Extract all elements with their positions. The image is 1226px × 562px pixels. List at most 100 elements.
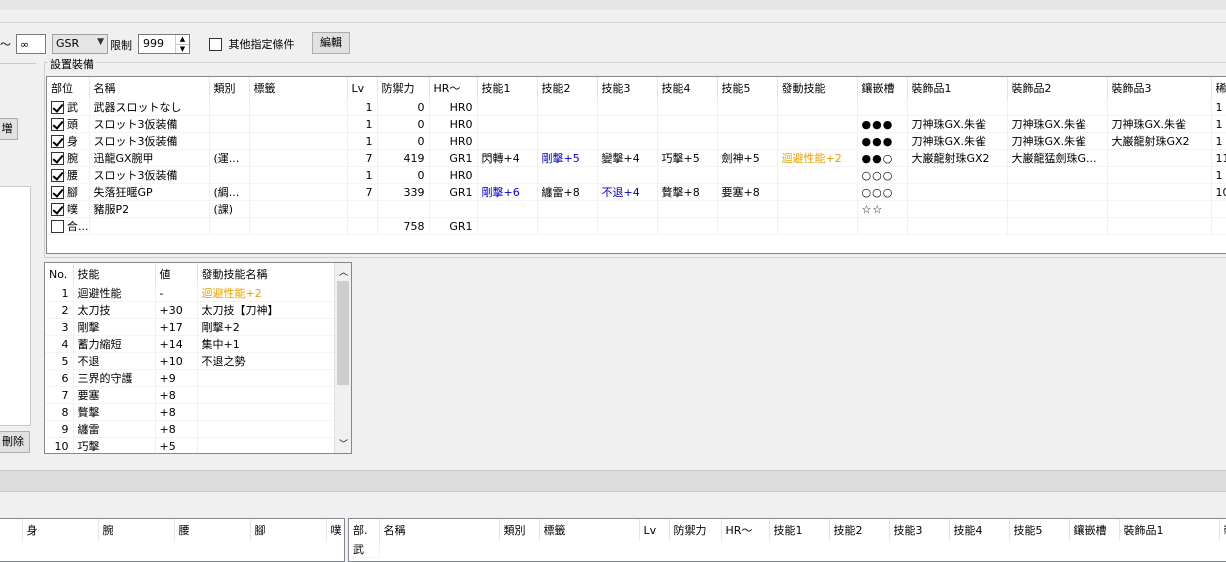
bottom-left-header-cell[interactable]: 腳 — [250, 519, 327, 541]
equipment-cell-type[interactable] — [209, 115, 250, 133]
chevron-up-icon[interactable]: ︿ — [339, 265, 348, 278]
equipment-cell-part[interactable]: 合... — [47, 217, 90, 235]
equipment-cell-type[interactable]: (綢... — [209, 183, 250, 201]
stepper-down-icon[interactable]: ▼ — [175, 44, 189, 53]
equipment-cell-rare[interactable]: 10 — [1211, 183, 1226, 201]
equipment-cell-lv[interactable]: 7 — [347, 183, 378, 201]
equipment-cell-lv[interactable] — [347, 217, 378, 235]
equipment-header-cell[interactable]: 裝飾品1 — [907, 77, 1008, 99]
skills-header-cell[interactable]: 技能 — [73, 263, 156, 285]
bottom-right-header-cell[interactable]: 名稱 — [379, 519, 500, 541]
equipment-header-cell[interactable]: 技能4 — [657, 77, 718, 99]
bottom-right-header-cell[interactable]: Lv — [639, 519, 670, 541]
bottom-right-first-cell[interactable]: 武 — [349, 541, 380, 558]
bottom-right-grid[interactable]: 部.名稱類別標籤Lv防禦力HR～技能1技能2技能3技能4技能5鑲嵌槽裝飾品1裝 … — [348, 518, 1226, 562]
bottom-right-header-cell[interactable]: 標籤 — [539, 519, 640, 541]
delete-button[interactable]: 刪除 — [0, 431, 30, 453]
equipment-header-cell[interactable]: 技能3 — [597, 77, 658, 99]
equipment-cell-hr[interactable] — [429, 200, 478, 218]
equipment-header-cell[interactable]: 防禦力 — [377, 77, 430, 99]
equipment-cell-lv[interactable]: 1 — [347, 99, 378, 116]
skills-header-cell[interactable]: 値 — [155, 263, 198, 285]
equipment-cell-rare[interactable]: 1 — [1211, 166, 1226, 184]
equipment-cell-d1[interactable] — [907, 200, 1008, 218]
equipment-cell-def[interactable]: 0 — [377, 132, 430, 150]
equipment-cell-hr[interactable]: GR1 — [429, 217, 478, 235]
chevron-down-icon[interactable]: ﹀ — [339, 437, 348, 450]
skill-row[interactable]: 4 蓄力縮短 +14 集中+1 — [45, 335, 336, 353]
equipment-cell-d2[interactable]: 刀神珠GX.朱雀 — [1007, 115, 1108, 133]
bottom-right-header-cell[interactable]: 鑲嵌槽 — [1069, 519, 1120, 541]
equipment-cell-d2[interactable]: 大巌龍猛劍珠G... — [1007, 149, 1108, 167]
equipment-row[interactable]: 身 スロット3仮装備 1 0 HR0 ●●● 刀神珠GX.朱雀 刀神珠GX.朱雀 大巌龍射珠GX… — [47, 132, 1226, 150]
equipment-cell-active[interactable] — [777, 132, 858, 150]
equipment-cell-active[interactable] — [777, 183, 858, 201]
splitter-bar[interactable] — [0, 470, 1226, 492]
bottom-right-header-cell[interactable]: 部. — [349, 519, 380, 541]
equipment-cell-d3[interactable] — [1107, 149, 1212, 167]
equipment-cell-s4[interactable]: 巧擊+5 — [657, 149, 718, 167]
range-max-input[interactable] — [16, 34, 46, 54]
equipment-cell-s1[interactable] — [477, 200, 538, 218]
left-list[interactable] — [0, 186, 31, 426]
equipment-cell-d1[interactable]: 刀神珠GX.朱雀 — [907, 115, 1008, 133]
equipment-cell-slots[interactable]: ●●● — [857, 132, 908, 150]
bottom-right-header-cell[interactable]: 防禦力 — [669, 519, 722, 541]
equipment-cell-slots[interactable]: ●●○ — [857, 149, 908, 167]
equipment-cell-part[interactable]: 武 — [47, 99, 90, 116]
limit-stepper[interactable]: 999 ▲ ▼ — [138, 34, 190, 54]
equipment-cell-slots[interactable]: ☆☆ — [857, 200, 908, 218]
bottom-right-header-cell[interactable]: 裝 — [1219, 519, 1226, 541]
equipment-cell-rare[interactable]: 1 — [1211, 99, 1226, 116]
skill-row[interactable]: 1 迴避性能 - 迴避性能+2 — [45, 285, 336, 302]
bottom-left-grid[interactable]: 身腕腰腳噗 — [0, 518, 345, 562]
equipment-cell-slots[interactable]: ○○○ — [857, 166, 908, 184]
equipment-row[interactable]: 腰 スロット3仮装備 1 0 HR0 ○○○ 1 — [47, 166, 1226, 184]
bottom-right-header-cell[interactable]: 技能4 — [949, 519, 1010, 541]
equipment-cell-s3[interactable] — [597, 166, 658, 184]
checkbox-box[interactable] — [209, 37, 222, 51]
skill-row[interactable]: 6 三界的守護 +9 — [45, 369, 336, 387]
equipment-cell-tag[interactable] — [249, 99, 348, 116]
equipment-cell-s4[interactable] — [657, 115, 718, 133]
equipment-cell-d2[interactable] — [1007, 200, 1108, 218]
equipment-cell-s1[interactable] — [477, 115, 538, 133]
equipment-cell-s3[interactable] — [597, 132, 658, 150]
equipment-header-cell[interactable]: 發動技能 — [777, 77, 858, 99]
scrollbar-thumb[interactable] — [337, 281, 349, 385]
equipment-row[interactable]: 腕 迅龍GX腕甲 (運... 7 419 GR1 閃轉+4 剛擊+5 變擊+4 巧擊+5 劍神+5 迴… — [47, 149, 1226, 167]
skill-row[interactable]: 5 不退 +10 不退之勢 — [45, 352, 336, 370]
equipment-cell-type[interactable]: (運... — [209, 149, 250, 167]
equip-checkbox[interactable] — [51, 219, 64, 233]
equipment-cell-part[interactable]: 腰 — [47, 166, 90, 184]
equipment-cell-type[interactable] — [209, 99, 250, 116]
equipment-cell-name[interactable] — [89, 217, 210, 235]
skills-scrollbar[interactable]: ︿ ﹀ — [334, 263, 351, 453]
equipment-cell-part[interactable]: 腕 — [47, 149, 90, 167]
equipment-cell-d3[interactable] — [1107, 217, 1212, 235]
equipment-cell-s4[interactable] — [657, 217, 718, 235]
equipment-row[interactable]: 腳 失落狂暱GP (綢... 7 339 GR1 剛擊+6 纏雷+8 不退+4 贅擊+8 要塞+8 ○… — [47, 183, 1226, 201]
equipment-cell-name[interactable]: スロット3仮装備 — [89, 166, 210, 184]
equipment-cell-s2[interactable]: 剛擊+5 — [537, 149, 598, 167]
equip-checkbox[interactable] — [51, 202, 64, 216]
equip-checkbox[interactable] — [51, 151, 64, 165]
equipment-cell-s2[interactable]: 纏雷+8 — [537, 183, 598, 201]
skill-row[interactable]: 2 太刀技 +30 太刀技【刀神】 — [45, 301, 336, 319]
equipment-cell-lv[interactable]: 7 — [347, 149, 378, 167]
equipment-cell-d3[interactable] — [1107, 200, 1212, 218]
equipment-cell-d3[interactable] — [1107, 166, 1212, 184]
equipment-cell-s3[interactable]: 變擊+4 — [597, 149, 658, 167]
equipment-header-cell[interactable]: 名稱 — [89, 77, 210, 99]
equipment-cell-d1[interactable]: 大巌龍射珠GX2 — [907, 149, 1008, 167]
equipment-cell-part[interactable]: 身 — [47, 132, 90, 150]
skill-row[interactable]: 3 剛擊 +17 剛擊+2 — [45, 318, 336, 336]
equipment-cell-def[interactable]: 339 — [377, 183, 430, 201]
equipment-cell-name[interactable]: 武器スロットなし — [89, 99, 210, 116]
equipment-cell-lv[interactable]: 1 — [347, 166, 378, 184]
equipment-cell-d2[interactable] — [1007, 183, 1108, 201]
equipment-cell-lv[interactable] — [347, 200, 378, 218]
equipment-cell-def[interactable]: 0 — [377, 99, 430, 116]
equipment-cell-name[interactable]: 失落狂暱GP — [89, 183, 210, 201]
equipment-header-cell[interactable]: 稀 — [1211, 77, 1226, 99]
